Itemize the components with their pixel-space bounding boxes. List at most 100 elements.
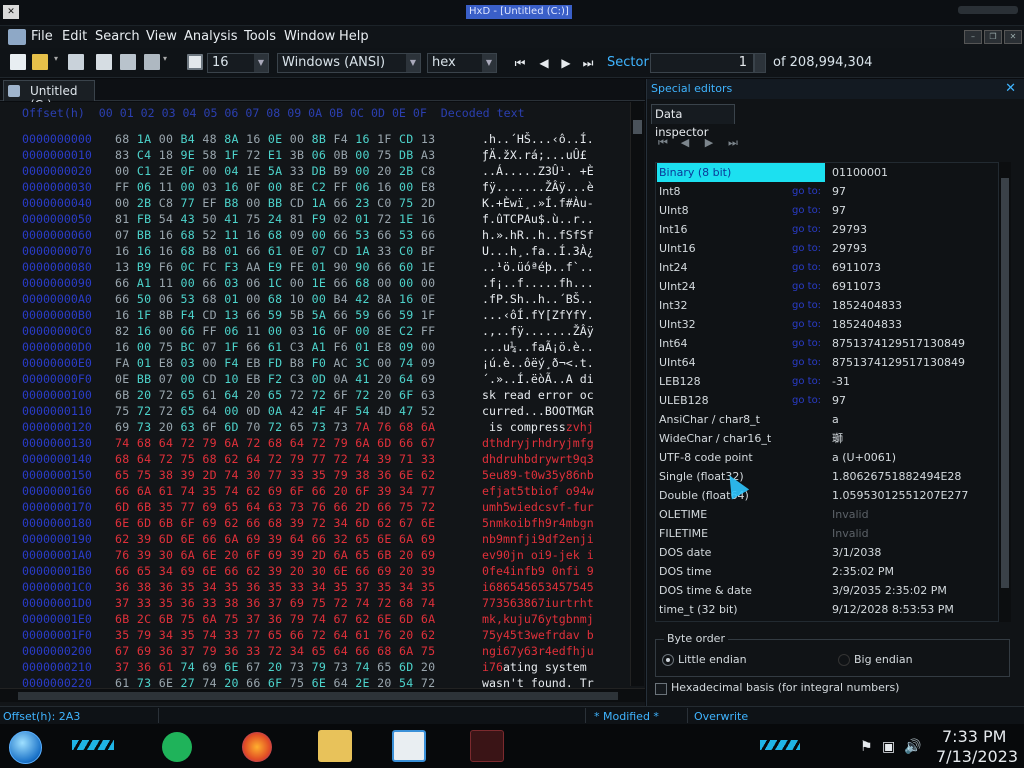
- flag-icon[interactable]: ⚑: [860, 739, 873, 755]
- inspector-value[interactable]: 6911073: [832, 258, 881, 277]
- row-hex-bytes[interactable]: 00 2B C8 77 EF B8 00 BB CD 1A 66 23 C0 7…: [115, 196, 435, 210]
- row-decoded-text[interactable]: ...u¼..faÃ¡ö.è..: [482, 340, 594, 354]
- mdi-minimize-button[interactable]: –: [964, 30, 982, 44]
- goto-link[interactable]: go to:: [792, 334, 821, 353]
- row-decoded-text[interactable]: sk read error oc: [482, 388, 594, 402]
- inspector-row[interactable]: Int16 go to: 29793: [656, 220, 998, 239]
- inspector-value[interactable]: 97: [832, 391, 846, 410]
- scroll-thumb[interactable]: [18, 692, 618, 700]
- inspector-value[interactable]: a: [832, 410, 839, 429]
- volume-icon[interactable]: 🔊: [904, 739, 921, 755]
- previous-icon[interactable]: ◀: [677, 135, 693, 151]
- menu-tools[interactable]: Tools: [244, 29, 276, 45]
- row-hex-bytes[interactable]: 68 64 72 75 68 62 64 72 79 77 72 74 39 7…: [115, 452, 435, 466]
- row-hex-bytes[interactable]: 0E BB 07 00 CD 10 EB F2 C3 0D 0A 41 20 6…: [115, 372, 435, 386]
- row-hex-bytes[interactable]: 74 68 64 72 79 6A 72 68 64 72 79 6A 6D 6…: [115, 436, 435, 450]
- inspector-row[interactable]: Single (float32) 1.80626751882494E28: [656, 467, 998, 486]
- row-decoded-text[interactable]: 75y45t3wefrdav b: [482, 628, 594, 642]
- inspector-value[interactable]: 瑡: [832, 429, 843, 448]
- row-decoded-text[interactable]: .fP.Sh..h..´BŠ..: [482, 292, 594, 306]
- next-sector-icon[interactable]: ▶: [559, 56, 573, 70]
- sector-spinner[interactable]: [754, 53, 766, 73]
- row-decoded-text[interactable]: .f¡..f.....fh...: [482, 276, 594, 290]
- row-hex-bytes[interactable]: 35 79 34 35 74 33 77 65 66 72 64 61 76 2…: [115, 628, 435, 642]
- inspector-value[interactable]: 1.80626751882494E28: [832, 467, 961, 486]
- next-icon[interactable]: ▶: [701, 135, 717, 151]
- first-icon[interactable]: ⏮: [655, 135, 671, 151]
- row-decoded-text[interactable]: is compresszvhj: [482, 420, 594, 434]
- row-hex-bytes[interactable]: 66 50 06 53 68 01 00 68 10 00 B4 42 8A 1…: [115, 292, 435, 306]
- row-hex-bytes[interactable]: 66 65 34 69 6E 66 62 39 20 30 6E 66 69 2…: [115, 564, 435, 578]
- row-decoded-text[interactable]: .h..´HŠ...‹ô..Í.: [482, 132, 594, 146]
- inspector-row[interactable]: Binary (8 bit) 01100001: [656, 163, 998, 182]
- row-decoded-text[interactable]: 5eu89-t0w35y86nb: [482, 468, 594, 482]
- paste-dropdown-icon[interactable]: ▾: [163, 54, 171, 70]
- row-decoded-text[interactable]: ...‹ôÍ.fY[ZfYfY.: [482, 308, 594, 322]
- inspector-value[interactable]: 01100001: [832, 163, 888, 182]
- menu-help[interactable]: Help: [339, 29, 369, 45]
- row-decoded-text[interactable]: curred...BOOTMGR: [482, 404, 594, 418]
- goto-link[interactable]: go to:: [792, 220, 821, 239]
- row-decoded-text[interactable]: ¡ú.è..ôëý¸ð¬<.t.: [482, 356, 594, 370]
- row-decoded-text[interactable]: .,..fÿ.......ŽÂÿ: [482, 324, 594, 338]
- row-decoded-text[interactable]: efjat5tbiof o94w: [482, 484, 594, 498]
- menu-window[interactable]: Window: [284, 29, 335, 45]
- notes-app-icon[interactable]: [162, 732, 192, 762]
- row-hex-bytes[interactable]: 16 00 75 BC 07 1F 66 61 C3 A1 F6 01 E8 0…: [115, 340, 435, 354]
- inspector-row[interactable]: UInt24 go to: 6911073: [656, 277, 998, 296]
- row-decoded-text[interactable]: h.».hR..h..fSfSf: [482, 228, 594, 242]
- row-decoded-text[interactable]: 0fe4infb9 0nfi 9: [482, 564, 594, 578]
- row-hex-bytes[interactable]: 16 16 16 68 B8 01 66 61 0E 07 CD 1A 33 C…: [115, 244, 435, 258]
- menu-view[interactable]: View: [146, 29, 177, 45]
- document-menu-icon[interactable]: [8, 29, 26, 45]
- inspector-value[interactable]: 1.05953012551207E277: [832, 486, 968, 505]
- menu-edit[interactable]: Edit: [62, 29, 87, 45]
- network-icon[interactable]: ▣: [882, 739, 895, 755]
- inspector-value[interactable]: -31: [832, 372, 850, 391]
- row-hex-bytes[interactable]: 68 1A 00 B4 48 8A 16 0E 00 8B F4 16 1F C…: [115, 132, 435, 146]
- copy-icon[interactable]: [120, 54, 136, 70]
- last-icon[interactable]: ⏭: [725, 135, 741, 151]
- firefox-icon[interactable]: [242, 732, 272, 762]
- inspector-value[interactable]: 97: [832, 201, 846, 220]
- row-decoded-text[interactable]: dthdryjrhdryjmfg: [482, 436, 594, 450]
- scroll-thumb[interactable]: [1001, 178, 1009, 588]
- menu-search[interactable]: Search: [95, 29, 140, 45]
- goto-link[interactable]: go to:: [792, 182, 821, 201]
- properties-icon[interactable]: [96, 54, 112, 70]
- row-hex-bytes[interactable]: 76 39 30 6A 6E 20 6F 69 39 2D 6A 65 6B 2…: [115, 548, 435, 562]
- inspector-value[interactable]: 1852404833: [832, 315, 902, 334]
- row-hex-bytes[interactable]: FF 06 11 00 03 16 0F 00 8E C2 FF 06 16 0…: [115, 180, 435, 194]
- row-decoded-text[interactable]: i76ating system: [482, 660, 594, 674]
- inspector-value[interactable]: 29793: [832, 220, 867, 239]
- row-hex-bytes[interactable]: 66 A1 11 00 66 03 06 1C 00 1E 66 68 00 0…: [115, 276, 435, 290]
- hex-horizontal-scrollbar[interactable]: [0, 688, 645, 702]
- hxd-taskbar-icon[interactable]: [392, 730, 426, 762]
- row-hex-bytes[interactable]: 6E 6D 6B 6F 69 62 66 68 39 72 34 6D 62 6…: [115, 516, 435, 530]
- goto-link[interactable]: go to:: [792, 372, 821, 391]
- row-hex-bytes[interactable]: 07 BB 16 68 52 11 16 68 09 00 66 53 66 5…: [115, 228, 435, 242]
- inspector-row[interactable]: Int32 go to: 1852404833: [656, 296, 998, 315]
- row-hex-bytes[interactable]: 16 1F 8B F4 CD 13 66 59 5B 5A 66 59 66 5…: [115, 308, 435, 322]
- big-endian-radio[interactable]: [838, 654, 850, 666]
- menu-file[interactable]: File: [31, 29, 53, 45]
- inspector-row[interactable]: ULEB128 go to: 97: [656, 391, 998, 410]
- row-hex-bytes[interactable]: 66 6A 61 74 35 74 62 69 6F 66 20 6F 39 3…: [115, 484, 435, 498]
- row-hex-bytes[interactable]: 13 B9 F6 0C FC F3 AA E9 FE 01 90 90 66 6…: [115, 260, 435, 274]
- row-hex-bytes[interactable]: 6D 6B 35 77 69 65 64 63 73 76 66 2D 66 7…: [115, 500, 435, 514]
- inspector-row[interactable]: DOS time & date 3/9/2035 2:35:02 PM: [656, 581, 998, 600]
- mdi-close-button[interactable]: ✕: [1004, 30, 1022, 44]
- goto-link[interactable]: go to:: [792, 201, 821, 220]
- previous-sector-icon[interactable]: ◀: [537, 56, 551, 70]
- row-hex-bytes[interactable]: 67 69 36 37 79 36 33 72 34 65 64 66 68 6…: [115, 644, 435, 658]
- row-decoded-text[interactable]: dhdruhbdrywrt9q3: [482, 452, 594, 466]
- save-icon[interactable]: [68, 54, 84, 70]
- bytes-per-row-select[interactable]: 16 ▼: [207, 53, 269, 73]
- inspector-row[interactable]: LEB128 go to: -31: [656, 372, 998, 391]
- row-decoded-text[interactable]: fÿ.......ŽÂÿ...è: [482, 180, 594, 194]
- sector-input[interactable]: 1: [650, 53, 754, 73]
- app-taskbar-icon[interactable]: [470, 730, 504, 762]
- inspector-row[interactable]: Int8 go to: 97: [656, 182, 998, 201]
- display-mode-select[interactable]: hex ▼: [427, 53, 497, 73]
- open-file-icon[interactable]: [32, 54, 48, 70]
